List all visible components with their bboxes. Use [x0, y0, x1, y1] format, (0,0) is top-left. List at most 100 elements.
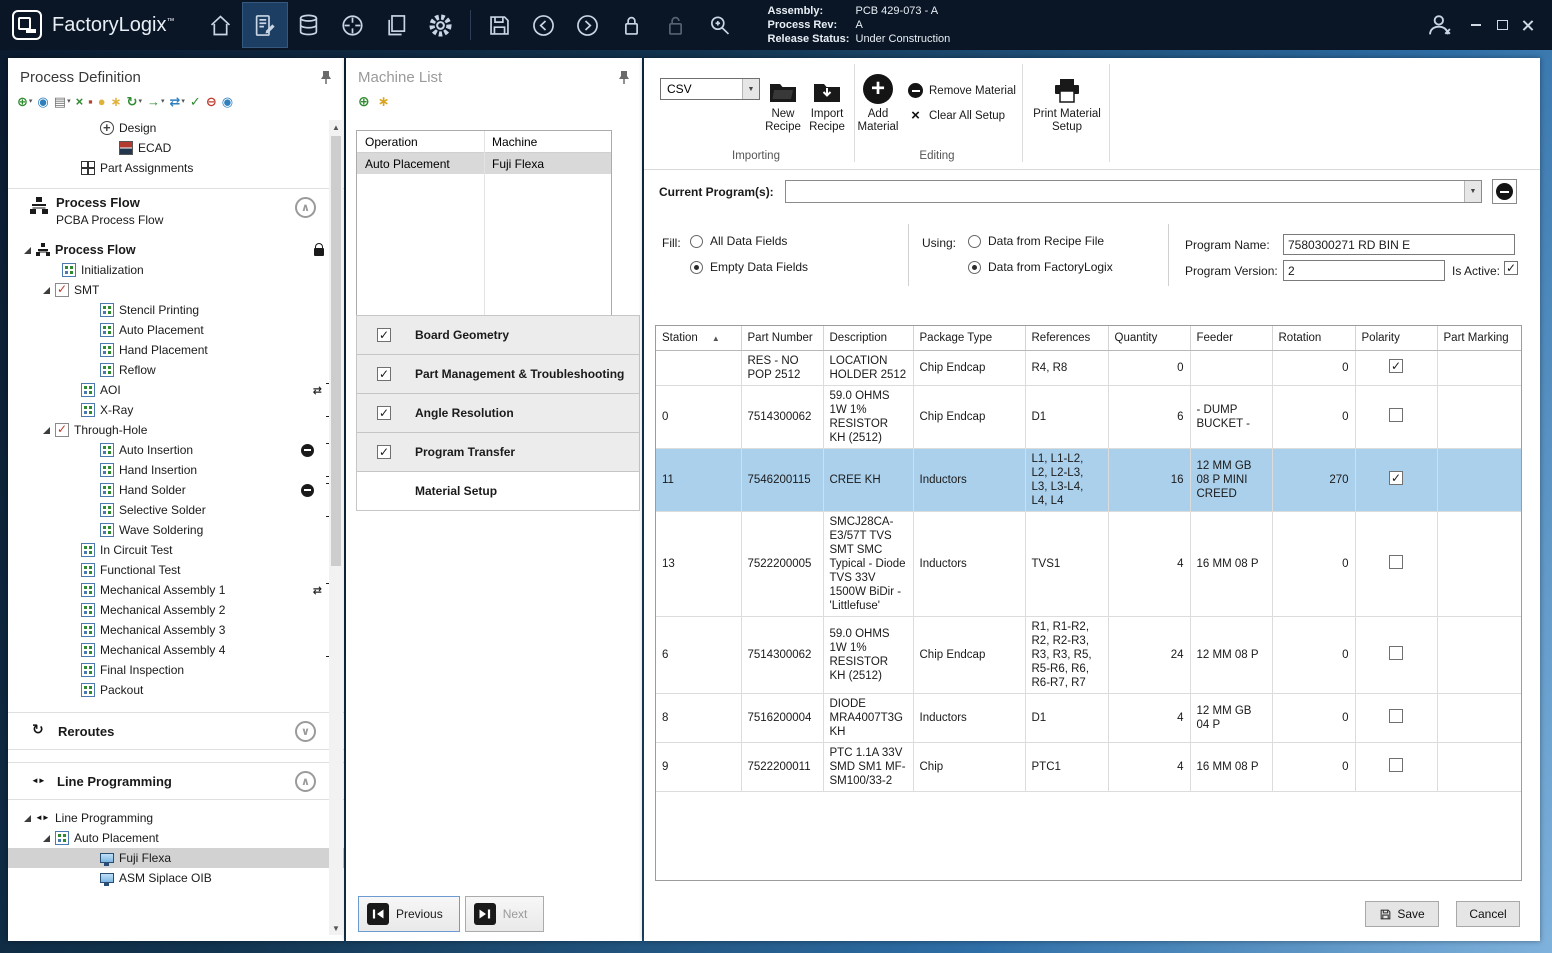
- tree-item-auto-placement[interactable]: Auto Placement: [8, 320, 344, 340]
- tree-item-hand-solder[interactable]: Hand Solder: [8, 480, 344, 500]
- column-header-references[interactable]: References: [1025, 326, 1108, 350]
- material-row[interactable]: 87516200004DIODE MRA4007T3G KHInductorsD…: [656, 693, 1521, 742]
- clear-all-setup-button[interactable]: × Clear All Setup: [908, 107, 1005, 124]
- material-row[interactable]: 6751430006259.0 OHMS 1W 1% RESISTOR KH (…: [656, 616, 1521, 693]
- column-header-operation[interactable]: Operation: [357, 135, 484, 149]
- expander-icon[interactable]: [43, 835, 50, 842]
- format-select[interactable]: CSV ▼: [660, 78, 760, 100]
- forward-button[interactable]: [566, 3, 610, 47]
- lock-button[interactable]: [610, 3, 654, 47]
- block-icon[interactable]: ⊖: [205, 94, 218, 109]
- section-angle-resolution[interactable]: Angle Resolution: [356, 393, 640, 433]
- section-checkbox[interactable]: [377, 445, 391, 459]
- star-icon[interactable]: ∗: [110, 94, 123, 109]
- settings-button[interactable]: [419, 3, 463, 47]
- tree-item-mechanical-assembly-2[interactable]: Mechanical Assembly 2: [8, 600, 344, 620]
- globe-icon[interactable]: ◉: [36, 94, 49, 109]
- tree-item-packout[interactable]: Packout: [8, 680, 344, 700]
- section-program-transfer[interactable]: Program Transfer: [356, 432, 640, 472]
- polarity-checkbox[interactable]: [1389, 359, 1403, 373]
- tree-item-functional-test[interactable]: Functional Test: [8, 560, 344, 580]
- navigate-button[interactable]: [331, 3, 375, 47]
- reroutes-section-header[interactable]: Reroutes ∨: [8, 712, 344, 750]
- save-button[interactable]: Save: [1365, 901, 1439, 927]
- column-header-part-number[interactable]: Part Number: [741, 326, 823, 350]
- find-button[interactable]: [698, 3, 742, 47]
- tree-item-through-hole[interactable]: Through-Hole: [8, 420, 344, 440]
- pin-icon[interactable]: [320, 70, 332, 85]
- new-recipe-button[interactable]: New Recipe: [761, 74, 805, 134]
- print-material-setup-button[interactable]: Print Material Setup: [1028, 74, 1106, 134]
- section-checkbox[interactable]: [377, 367, 391, 381]
- column-header-station[interactable]: Station▲: [656, 326, 741, 350]
- maximize-button[interactable]: [1490, 13, 1514, 37]
- tree-item-process-flow[interactable]: Process Flow: [8, 240, 344, 260]
- close-button[interactable]: [1516, 13, 1540, 37]
- add-material-button[interactable]: + Add Material: [850, 74, 906, 134]
- next-button[interactable]: Next: [465, 896, 545, 932]
- tree-item-part-assignments[interactable]: Part Assignments: [8, 158, 344, 178]
- line-programming-section-header[interactable]: Line Programming ∧: [8, 762, 344, 800]
- section-part-management-troubleshooting[interactable]: Part Management & Troubleshooting: [356, 354, 640, 394]
- import-recipe-button[interactable]: Import Recipe: [804, 74, 850, 134]
- tree-item-auto-placement[interactable]: Auto Placement: [8, 828, 344, 848]
- tree-item-initialization[interactable]: Initialization: [8, 260, 344, 280]
- column-header-polarity[interactable]: Polarity: [1355, 326, 1437, 350]
- tree-item-stencil-printing[interactable]: Stencil Printing: [8, 300, 344, 320]
- tree-item-hand-placement[interactable]: Hand Placement: [8, 340, 344, 360]
- tree-item-final-inspection[interactable]: Final Inspection: [8, 660, 344, 680]
- pin-icon[interactable]: [618, 70, 630, 85]
- transfer-icon[interactable]: ⇄▾: [168, 94, 185, 109]
- is-active-checkbox[interactable]: [1504, 261, 1518, 275]
- tree-item-hand-insertion[interactable]: Hand Insertion: [8, 460, 344, 480]
- expander-icon[interactable]: [43, 287, 50, 294]
- current-programs-select[interactable]: ▼: [785, 180, 1482, 203]
- cancel-button[interactable]: Cancel: [1456, 901, 1520, 927]
- add-machine-icon[interactable]: ⊕: [358, 94, 370, 108]
- configure-icon[interactable]: ∗: [378, 94, 390, 108]
- machine-row[interactable]: Auto Placement Fuji Flexa: [357, 153, 611, 174]
- material-row[interactable]: 117546200115CREE KHInductorsL1, L1-L2, L…: [656, 448, 1521, 511]
- tree-item-line-programming[interactable]: Line Programming: [8, 808, 344, 828]
- expander-icon[interactable]: [24, 815, 31, 822]
- polarity-checkbox[interactable]: [1389, 646, 1403, 660]
- remove-program-button[interactable]: [1492, 179, 1517, 204]
- section-checkbox[interactable]: [377, 406, 391, 420]
- scroll-down-icon[interactable]: ▼: [332, 921, 340, 935]
- tree-item-auto-insertion[interactable]: Auto Insertion: [8, 440, 344, 460]
- using-radio-data-from-factorylogix[interactable]: Data from FactoryLogix: [968, 254, 1113, 280]
- user-logout-button[interactable]: [1418, 3, 1462, 47]
- column-header-rotation[interactable]: Rotation: [1272, 326, 1355, 350]
- process-flow-section-header[interactable]: Process Flow PCBA Process Flow ∧: [8, 188, 344, 234]
- export-icon[interactable]: →▾: [146, 94, 166, 109]
- minimize-button[interactable]: [1464, 13, 1488, 37]
- tree-item-mechanical-assembly-3[interactable]: Mechanical Assembly 3: [8, 620, 344, 640]
- column-header-machine[interactable]: Machine: [484, 135, 611, 149]
- tree-item-selective-solder[interactable]: Selective Solder: [8, 500, 344, 520]
- clear-icon[interactable]: ×: [75, 94, 85, 109]
- forms-button[interactable]: [243, 3, 287, 47]
- approve-icon[interactable]: ✓: [189, 94, 202, 109]
- fill-radio-empty-data-fields[interactable]: Empty Data Fields: [690, 254, 808, 280]
- measure-icon[interactable]: ▪: [87, 94, 94, 109]
- expander-icon[interactable]: [24, 247, 31, 254]
- add-icon[interactable]: ⊕▾: [16, 94, 33, 109]
- print-icon[interactable]: ▤▾: [53, 94, 72, 109]
- program-name-input[interactable]: [1283, 234, 1515, 255]
- droplet-icon[interactable]: ●: [97, 94, 107, 109]
- data-button[interactable]: [287, 3, 331, 47]
- polarity-checkbox[interactable]: [1389, 709, 1403, 723]
- material-row[interactable]: 137522200005SMCJ28CA-E3/57T TVS SMT SMC …: [656, 511, 1521, 616]
- save-button[interactable]: [478, 3, 522, 47]
- unlock-button[interactable]: [654, 3, 698, 47]
- scroll-up-icon[interactable]: ▲: [332, 120, 340, 134]
- section-material-setup[interactable]: Material Setup: [356, 471, 640, 511]
- material-row[interactable]: RES - NO POP 2512LOCATION HOLDER 2512Chi…: [656, 350, 1521, 385]
- column-header-quantity[interactable]: Quantity: [1108, 326, 1190, 350]
- previous-button[interactable]: Previous: [358, 896, 460, 932]
- column-header-package-type[interactable]: Package Type: [913, 326, 1025, 350]
- collapse-icon[interactable]: ∧: [295, 771, 316, 792]
- column-header-feeder[interactable]: Feeder: [1190, 326, 1272, 350]
- back-button[interactable]: [522, 3, 566, 47]
- tree-item-reflow[interactable]: Reflow: [8, 360, 344, 380]
